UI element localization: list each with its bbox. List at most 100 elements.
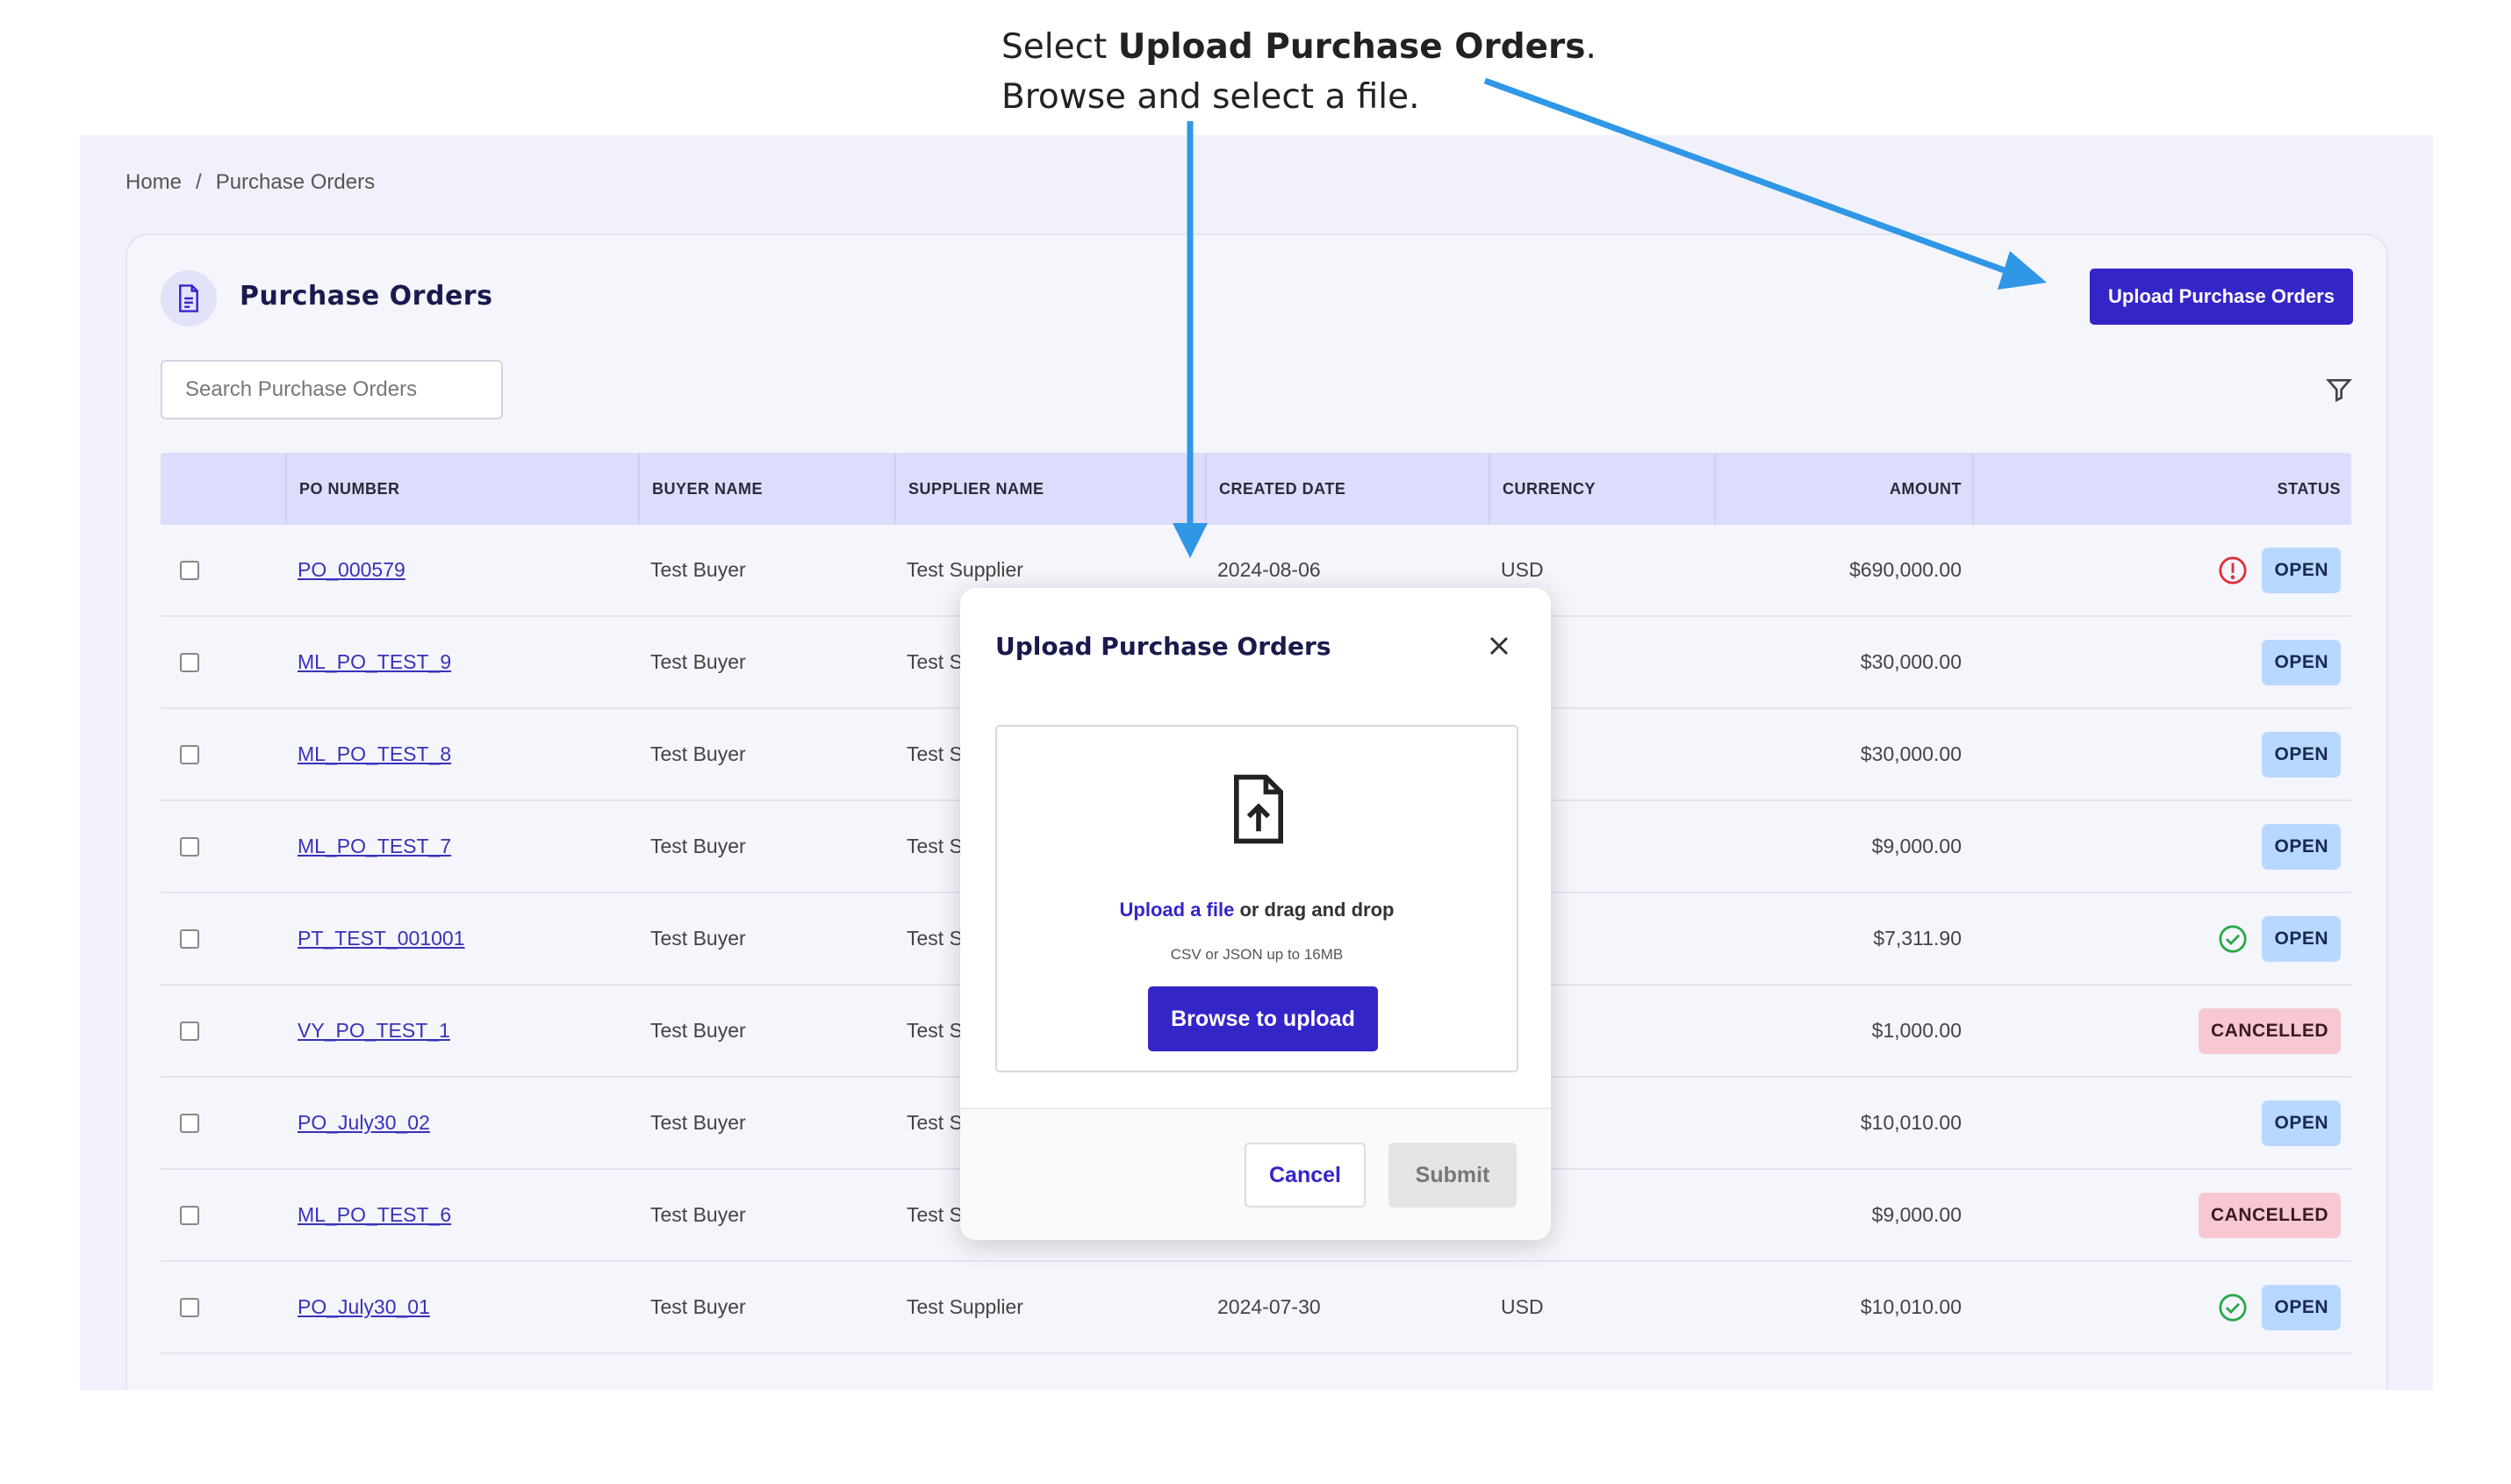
filter-icon[interactable]: [2325, 376, 2353, 404]
row-checkbox[interactable]: [180, 836, 199, 857]
upload-file-link[interactable]: Upload a file: [1120, 899, 1235, 921]
close-icon[interactable]: [1483, 630, 1515, 662]
table-header: PO NUMBER BUYER NAME SUPPLIER NAME CREAT…: [161, 453, 2351, 525]
po-number-cell: ML_PO_TEST_8: [285, 742, 638, 766]
submit-button[interactable]: Submit: [1388, 1143, 1517, 1208]
created-date-cell: 2024-08-06: [1217, 558, 1321, 581]
instruction-caption: Select Upload Purchase Orders. Browse an…: [1001, 22, 1596, 122]
buyer-name-cell: Test Buyer: [650, 835, 746, 857]
cancel-button[interactable]: Cancel: [1245, 1143, 1366, 1208]
status-cell: OPEN: [1972, 1100, 2351, 1146]
po-number-link[interactable]: VY_PO_TEST_1: [298, 1019, 450, 1043]
po-number-link[interactable]: PO_000579: [298, 558, 405, 582]
po-number-link[interactable]: ML_PO_TEST_9: [298, 650, 451, 674]
alert-icon: [2218, 556, 2248, 585]
file-dropzone[interactable]: Upload a file or drag and drop CSV or JS…: [995, 725, 1518, 1072]
breadcrumb-separator: /: [196, 170, 202, 194]
buyer-name-cell: Test Buyer: [650, 1111, 746, 1134]
created-date-cell: 2024-07-30: [1217, 1295, 1321, 1318]
caption-text: Select: [1001, 27, 1118, 67]
column-header[interactable]: PO NUMBER: [285, 453, 638, 525]
drop-text: Upload a file or drag and drop: [997, 899, 1517, 921]
po-number-link[interactable]: ML_PO_TEST_8: [298, 742, 451, 766]
status-badge: CANCELLED: [2199, 1007, 2341, 1054]
buyer-name-cell: Test Buyer: [650, 650, 746, 673]
column-header[interactable]: BUYER NAME: [638, 453, 894, 525]
row-select: [161, 1205, 285, 1225]
column-header[interactable]: SUPPLIER NAME: [894, 453, 1205, 525]
amount-cell: $9,000.00: [1871, 835, 1962, 857]
status-cell: CANCELLED: [1972, 1192, 2351, 1238]
po-number-link[interactable]: PO_July30_01: [298, 1295, 430, 1319]
column-header[interactable]: CREATED DATE: [1205, 453, 1489, 525]
search-input[interactable]: [161, 360, 503, 419]
column-header[interactable]: AMOUNT: [1714, 453, 1972, 525]
currency-cell: USD: [1501, 1295, 1544, 1318]
amount-cell: $10,010.00: [1860, 1111, 1962, 1134]
row-select: [161, 1297, 285, 1317]
status-badge: OPEN: [2262, 1284, 2341, 1330]
row-checkbox[interactable]: [180, 560, 199, 580]
status-cell: OPEN: [1972, 639, 2351, 685]
breadcrumb-current: Purchase Orders: [215, 170, 376, 194]
page-title: Purchase Orders: [240, 281, 493, 312]
status-cell: OPEN: [1972, 731, 2351, 778]
supplier-name-cell: Test Supplier: [907, 1295, 1023, 1318]
row-checkbox[interactable]: [180, 1113, 199, 1133]
table-row[interactable]: PO_July30_01 Test Buyer Test Supplier 2024-…: [161, 1262, 2351, 1354]
amount-cell: $10,010.00: [1860, 1295, 1962, 1318]
row-checkbox[interactable]: [180, 652, 199, 672]
status-badge: OPEN: [2262, 639, 2341, 685]
caption-bold-text: Upload Purchase Orders: [1117, 27, 1586, 67]
check-circle-icon: [2218, 1293, 2248, 1323]
po-number-cell: PO_July30_01: [285, 1295, 638, 1319]
breadcrumb-home[interactable]: Home: [126, 170, 182, 195]
buyer-name-cell: Test Buyer: [650, 1295, 746, 1318]
caption-text: .: [1585, 27, 1596, 67]
modal-title: Upload Purchase Orders: [995, 632, 1331, 661]
drag-drop-text: or drag and drop: [1234, 899, 1395, 921]
row-checkbox[interactable]: [180, 928, 199, 949]
row-checkbox[interactable]: [180, 1021, 199, 1041]
status-badge: OPEN: [2262, 823, 2341, 870]
caption-line-2: Browse and select a file.: [1001, 77, 1420, 117]
row-select: [161, 1113, 285, 1133]
po-number-link[interactable]: ML_PO_TEST_6: [298, 1203, 451, 1227]
amount-cell: $1,000.00: [1871, 1019, 1962, 1042]
document-icon: [161, 270, 217, 326]
column-header[interactable]: CURRENCY: [1489, 453, 1714, 525]
row-select: [161, 1021, 285, 1041]
po-number-cell: PT_TEST_001001: [285, 927, 638, 950]
status-cell: CANCELLED: [1972, 1007, 2351, 1054]
file-type-hint: CSV or JSON up to 16MB: [1170, 946, 1344, 963]
status-badge: CANCELLED: [2199, 1192, 2341, 1238]
po-number-cell: PO_July30_02: [285, 1111, 638, 1135]
breadcrumb: Home / Purchase Orders: [126, 170, 375, 195]
row-checkbox[interactable]: [180, 1297, 199, 1317]
caption-line-1: Select Upload Purchase Orders.: [1001, 22, 1596, 72]
row-checkbox[interactable]: [180, 744, 199, 764]
buyer-name-cell: Test Buyer: [650, 558, 746, 581]
row-select: [161, 652, 285, 672]
amount-cell: $30,000.00: [1860, 650, 1962, 673]
upload-modal: Upload Purchase Orders Upload a file or …: [960, 588, 1551, 1240]
amount-cell: $690,000.00: [1849, 558, 1962, 581]
modal-footer: Cancel Submit: [960, 1108, 1551, 1240]
po-number-link[interactable]: PO_July30_02: [298, 1111, 430, 1135]
buyer-name-cell: Test Buyer: [650, 927, 746, 950]
row-checkbox[interactable]: [180, 1205, 199, 1225]
po-number-link[interactable]: ML_PO_TEST_7: [298, 835, 451, 858]
row-select: [161, 836, 285, 857]
upload-purchase-orders-button[interactable]: Upload Purchase Orders: [2090, 269, 2353, 325]
amount-cell: $30,000.00: [1860, 742, 1962, 765]
status-badge: OPEN: [2262, 915, 2341, 962]
po-number-link[interactable]: PT_TEST_001001: [298, 927, 465, 950]
row-select: [161, 928, 285, 949]
status-cell: OPEN: [1972, 915, 2351, 962]
po-number-cell: VY_PO_TEST_1: [285, 1019, 638, 1043]
buyer-name-cell: Test Buyer: [650, 742, 746, 765]
po-number-cell: ML_PO_TEST_6: [285, 1203, 638, 1227]
browse-to-upload-button[interactable]: Browse to upload: [1148, 986, 1378, 1051]
header-select: [161, 453, 285, 525]
column-header[interactable]: STATUS: [1972, 453, 2351, 525]
